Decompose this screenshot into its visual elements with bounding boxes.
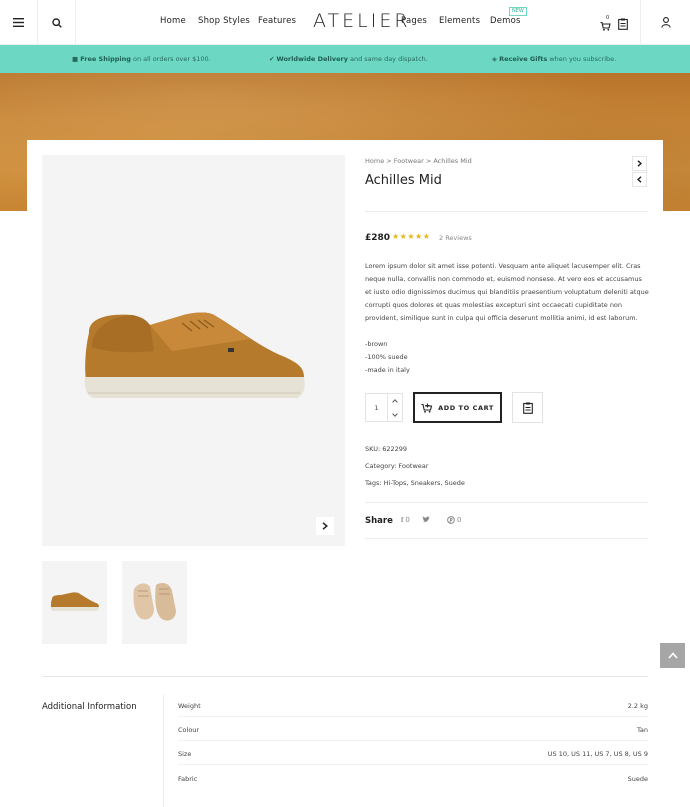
quantity-increase-button[interactable] bbox=[388, 394, 402, 407]
rating-stars: ★★★★★ bbox=[392, 232, 431, 241]
account-button[interactable] bbox=[640, 0, 690, 45]
pinterest-icon bbox=[447, 516, 455, 524]
row-divider bbox=[178, 740, 648, 741]
shoe-pair-thumbnail bbox=[133, 583, 176, 621]
nav-elements[interactable]: Elements bbox=[439, 16, 480, 26]
tab-divider bbox=[163, 695, 164, 807]
product-price: £280 bbox=[365, 233, 391, 243]
menu-button[interactable] bbox=[0, 0, 38, 45]
promo-delivery: ✔ Worldwide Delivery and same day dispat… bbox=[269, 55, 428, 63]
add-to-cart-button[interactable]: ADD TO CART bbox=[413, 392, 502, 423]
nav-shop-styles[interactable]: Shop Styles bbox=[198, 16, 250, 26]
chevron-right-icon bbox=[322, 522, 328, 530]
twitter-icon bbox=[422, 516, 430, 523]
attribute-value: Tan bbox=[637, 726, 648, 734]
chevron-right-icon bbox=[637, 160, 642, 167]
search-button[interactable] bbox=[38, 0, 76, 45]
facebook-count: 0 bbox=[405, 516, 410, 524]
next-product-button[interactable] bbox=[632, 156, 647, 171]
thumbnail-2[interactable] bbox=[122, 561, 187, 644]
product-tags[interactable]: Tags: Hi-Tops, Sneakers, Suede bbox=[365, 479, 465, 487]
wishlist-header-button[interactable] bbox=[618, 15, 628, 34]
quantity-decrease-button[interactable] bbox=[388, 408, 402, 421]
attribute-value: Suede bbox=[627, 775, 648, 783]
divider bbox=[365, 502, 648, 503]
promo-gifts: ◈ Receive Gifts when you subscribe. bbox=[492, 55, 617, 63]
product-category[interactable]: Category: Footwear bbox=[365, 462, 428, 470]
nav-features[interactable]: Features bbox=[258, 16, 296, 26]
user-icon bbox=[660, 17, 671, 28]
attribute-value: 2.2 kg bbox=[627, 702, 648, 710]
new-badge: NEW bbox=[509, 7, 527, 16]
image-next-button[interactable] bbox=[316, 517, 334, 535]
product-sku: SKU: 622299 bbox=[365, 445, 408, 453]
pinterest-share-button[interactable]: 0 bbox=[447, 516, 461, 524]
hamburger-icon bbox=[13, 18, 24, 27]
thumbnail-1[interactable] bbox=[42, 561, 107, 644]
promo-bar: ■ Free Shipping on all orders over $100.… bbox=[0, 45, 690, 73]
row-divider bbox=[178, 764, 648, 765]
product-description: Lorem ipsum dolor sit amet isse potenti.… bbox=[365, 262, 649, 322]
promo-shipping: ■ Free Shipping on all orders over $100. bbox=[72, 55, 211, 63]
attribute-value: US 10, US 11, US 7, US 8, US 9 bbox=[547, 750, 648, 758]
cart-count: 0 bbox=[606, 15, 610, 21]
search-icon bbox=[51, 17, 62, 28]
scroll-to-top-button[interactable] bbox=[660, 643, 685, 668]
site-logo[interactable]: ATELIER bbox=[313, 10, 411, 32]
quantity-input[interactable]: 1 bbox=[366, 394, 388, 421]
attribute-name: Colour bbox=[178, 726, 200, 734]
cart-plus-icon bbox=[421, 403, 433, 413]
facebook-icon: f bbox=[401, 516, 404, 524]
row-divider bbox=[178, 716, 648, 717]
attribute-name: Weight bbox=[178, 702, 201, 710]
prev-product-button[interactable] bbox=[632, 172, 647, 187]
section-divider bbox=[42, 676, 648, 677]
nav-home[interactable]: Home bbox=[160, 16, 186, 26]
cart-icon bbox=[600, 21, 611, 31]
pinterest-count: 0 bbox=[457, 516, 462, 524]
divider bbox=[365, 211, 648, 212]
additional-info-tab[interactable]: Additional Information bbox=[42, 702, 137, 712]
attribute-name: Size bbox=[178, 750, 192, 758]
attribute-name: Fabric bbox=[178, 775, 198, 783]
share-label: Share bbox=[365, 516, 393, 526]
chevron-up-icon bbox=[392, 398, 398, 403]
product-main-image[interactable] bbox=[42, 155, 345, 546]
chevron-down-icon bbox=[392, 412, 398, 417]
divider bbox=[365, 538, 648, 539]
feature-bullet: -100% suede bbox=[365, 353, 408, 361]
chevron-left-icon bbox=[637, 176, 642, 183]
shoe-thumbnail bbox=[51, 592, 99, 611]
diamond-icon: ◈ bbox=[492, 55, 497, 63]
twitter-share-button[interactable] bbox=[422, 516, 430, 523]
breadcrumb[interactable]: Home > Footwear > Achilles Mid bbox=[365, 157, 472, 165]
check-icon: ✔ bbox=[269, 55, 275, 63]
facebook-share-button[interactable]: f 0 bbox=[401, 516, 410, 524]
feature-bullet: -brown bbox=[365, 340, 388, 348]
clipboard-icon bbox=[618, 18, 628, 30]
shoe-image bbox=[84, 312, 305, 398]
quantity-stepper: 1 bbox=[365, 393, 403, 422]
nav-demos[interactable]: Demos bbox=[490, 16, 521, 26]
clipboard-icon bbox=[522, 402, 533, 414]
nav-pages[interactable]: Pages bbox=[401, 16, 427, 26]
reviews-link[interactable]: 2 Reviews bbox=[439, 234, 472, 242]
add-to-wishlist-button[interactable] bbox=[512, 392, 543, 423]
truck-icon: ■ bbox=[72, 55, 79, 63]
chevron-up-icon bbox=[667, 652, 678, 659]
add-to-cart-label: ADD TO CART bbox=[438, 403, 494, 412]
site-header: Home Shop Styles Features ATELIER Pages … bbox=[0, 0, 690, 45]
feature-bullet: -made in italy bbox=[365, 366, 410, 374]
product-title: Achilles Mid bbox=[365, 173, 442, 188]
